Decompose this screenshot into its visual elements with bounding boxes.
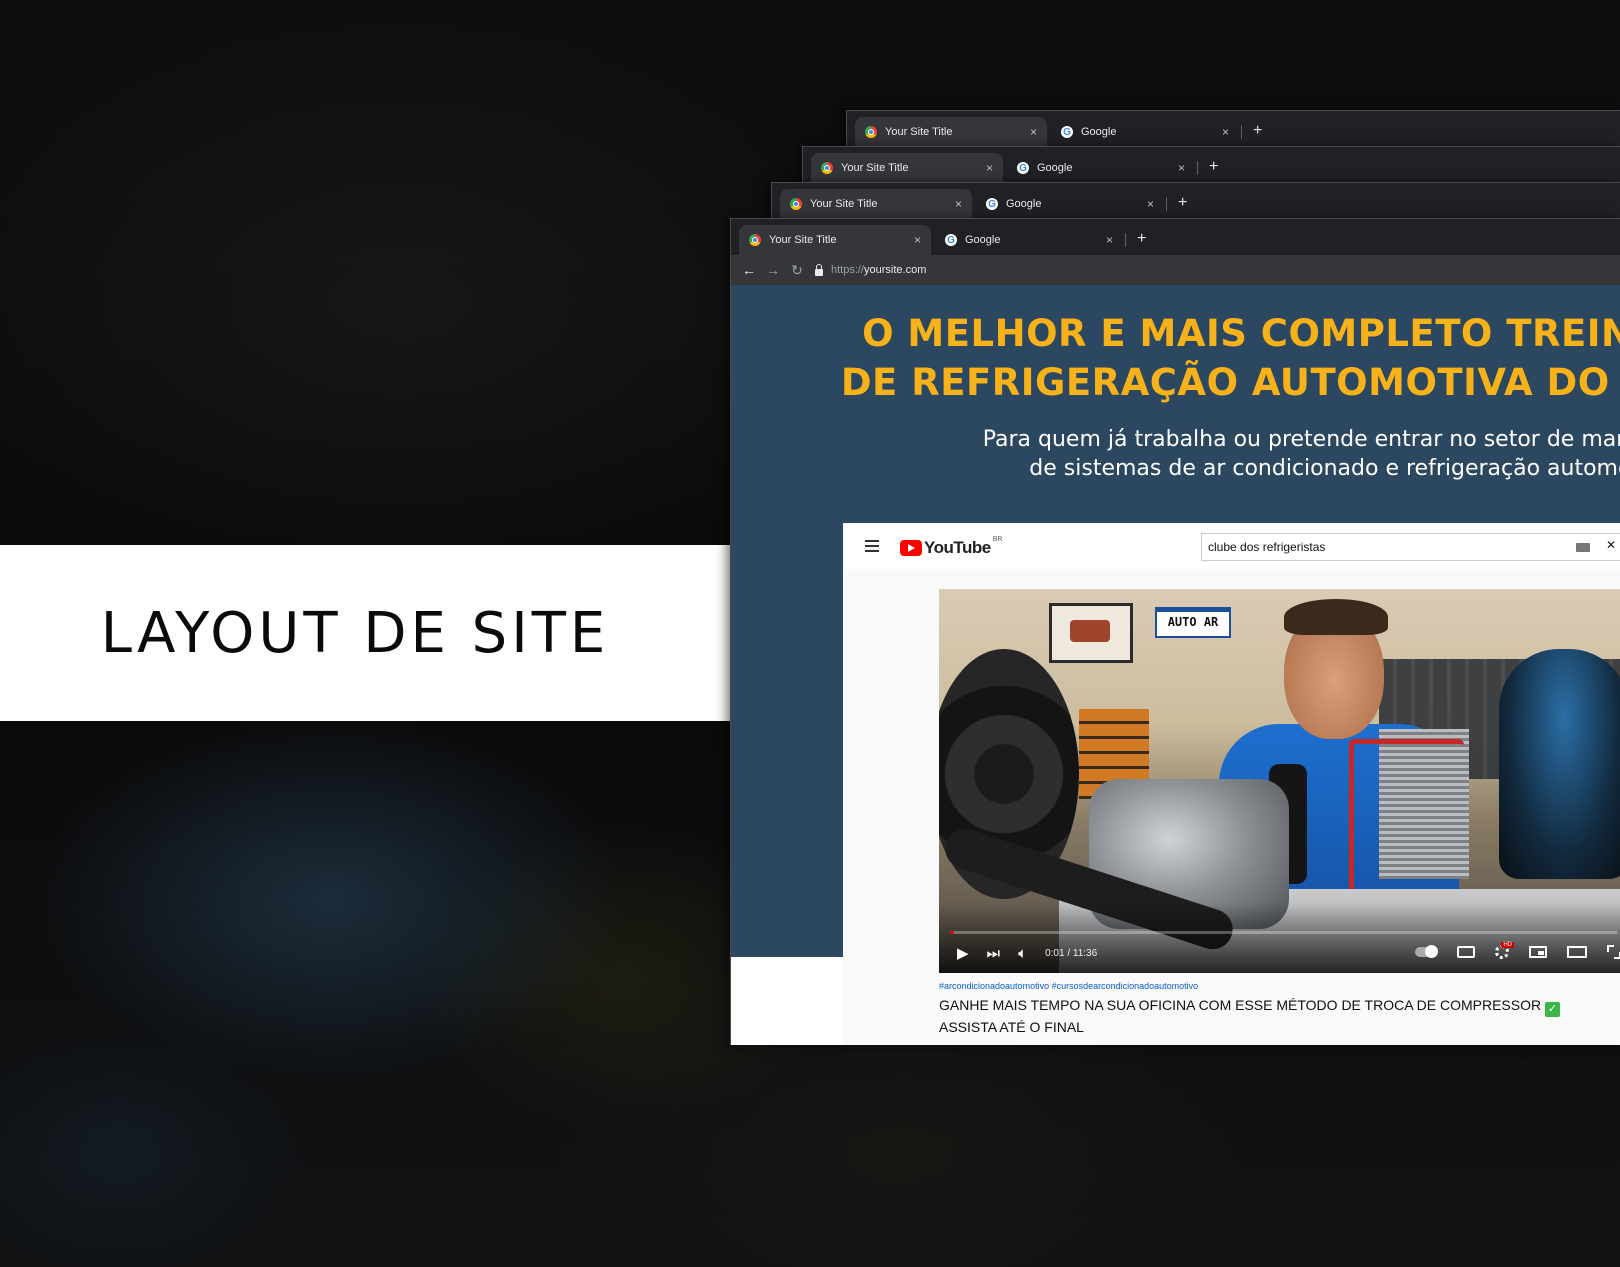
google-icon: G [1061,126,1073,138]
presenter-hair [1284,599,1388,635]
reload-icon[interactable]: ↻ [785,262,809,279]
browser-window-front: Your Site Title × G Google × + ← → ↻ htt… [730,218,1620,1045]
youtube-logo[interactable]: YouTube BR [900,535,1003,558]
next-icon[interactable]: ⏭ [987,946,1001,961]
hd-badge: HD [1501,942,1514,948]
new-tab-button[interactable]: + [1137,231,1146,247]
license-plate: AUTO AR [1155,607,1231,638]
url-scheme: https:// [831,264,865,276]
close-icon[interactable]: × [914,233,921,247]
new-tab-button[interactable]: + [1253,123,1262,139]
google-icon: G [986,198,998,210]
autoplay-toggle-icon[interactable] [1415,945,1438,958]
video-title: GANHE MAIS TEMPO NA SUA OFICINA COM ESSE… [939,995,1609,1037]
layout-label: LAYOUT DE SITE [100,600,610,666]
theater-mode-icon[interactable] [1567,946,1587,958]
settings-gear-icon[interactable]: HD [1495,942,1514,959]
subtitles-icon[interactable] [1457,946,1475,958]
miniplayer-icon[interactable] [1529,946,1547,958]
label-band: LAYOUT DE SITE [0,545,740,721]
google-icon: G [945,234,957,246]
check-mark-icon: ✓ [1545,1002,1560,1017]
subheadline-line-2: de sistemas de ar condicionado e refrige… [1029,456,1620,481]
search-value: clube dos refrigeristas [1208,540,1326,554]
close-icon[interactable]: × [955,197,962,211]
close-icon[interactable]: × [1030,125,1037,139]
clear-search-icon[interactable]: ✕ [1606,538,1616,552]
progress-bar[interactable] [951,931,1617,934]
video-title-part-1: GANHE MAIS TEMPO NA SUA OFICINA COM ESSE… [939,997,1542,1013]
tab-separator [1197,161,1198,175]
youtube-search-input[interactable]: clube dos refrigeristas ✕ [1201,533,1620,561]
site-page: O MELHOR E MAIS COMPLETO TREINAMENTO DE … [731,285,1620,1045]
video-player[interactable]: AUTO AR ▶ ⏭ 🔈︎ 0:01 / 11:36 HD [939,589,1620,973]
tab-separator [1241,125,1242,139]
play-icon[interactable]: ▶ [957,946,969,961]
tab-separator [1125,233,1126,247]
tab-separator [1166,197,1167,211]
youtube-header: YouTube BR clube dos refrigeristas ✕ [843,523,1620,569]
player-controls: ▶ ⏭ 🔈︎ 0:01 / 11:36 HD [939,939,1620,967]
close-icon[interactable]: × [1106,233,1113,247]
time-display: 0:01 / 11:36 [1045,947,1098,959]
chrome-icon [821,162,833,174]
forward-arrow-icon[interactable]: → [761,262,785,278]
tab-google[interactable]: G Google × [935,225,1123,255]
youtube-play-logo-icon [900,540,922,556]
new-tab-button[interactable]: + [1178,195,1187,211]
navigation-bar: ← → ↻ https://yoursite.com [731,255,1620,285]
chrome-icon [749,234,761,246]
hamburger-menu-icon[interactable] [865,540,879,552]
tab-site[interactable]: Your Site Title × [780,189,972,219]
video-hashtags[interactable]: #arcondicionadoautomotivo #cursosdearcon… [939,981,1198,991]
close-icon[interactable]: × [986,161,993,175]
tab-google[interactable]: G Google × [976,189,1164,219]
lock-icon [815,263,823,276]
tab-site[interactable]: Your Site Title × [855,117,1047,147]
close-icon[interactable]: × [1222,125,1229,139]
youtube-wordmark: YouTube [924,538,991,557]
volume-icon[interactable]: 🔈︎ [1018,946,1027,961]
subheadline-line-1: Para quem já trabalha ou pretende entrar… [982,427,1620,452]
progress-fill [951,931,955,934]
tab-google[interactable]: G Google × [1051,117,1239,147]
video-title-part-2: ASSISTA ATÉ O FINAL [939,1019,1084,1035]
headline-line-1: O MELHOR E MAIS COMPLETO TREINAMENTO [862,312,1620,355]
youtube-embed: YouTube BR clube dos refrigeristas ✕ AUT… [843,523,1620,1045]
tab-google[interactable]: G Google × [1007,153,1195,183]
new-tab-button[interactable]: + [1209,159,1218,175]
tab-site[interactable]: Your Site Title × [739,225,931,255]
fullscreen-icon[interactable] [1607,945,1620,959]
close-icon[interactable]: × [1178,161,1185,175]
red-pipe [1349,739,1464,909]
back-arrow-icon[interactable]: ← [737,262,761,278]
tab-site[interactable]: Your Site Title × [811,153,1003,183]
close-icon[interactable]: × [1147,197,1154,211]
wall-picture [1049,603,1133,663]
chrome-icon [790,198,802,210]
headline-line-2: DE REFRIGERAÇÃO AUTOMOTIVA DO MERCADO [840,361,1620,404]
headline: O MELHOR E MAIS COMPLETO TREINAMENTO DE … [788,309,1620,407]
region-code: BR [992,535,1003,543]
player-controls-right: HD [1415,942,1620,959]
chrome-icon [865,126,877,138]
google-icon: G [1017,162,1029,174]
keyboard-icon[interactable] [1576,543,1590,552]
subheadline: Para quem já trabalha ou pretende entrar… [841,425,1620,483]
recovery-machine [1499,649,1620,879]
address-bar[interactable]: https://yoursite.com [815,263,927,276]
url-host: yoursite.com [864,264,927,276]
